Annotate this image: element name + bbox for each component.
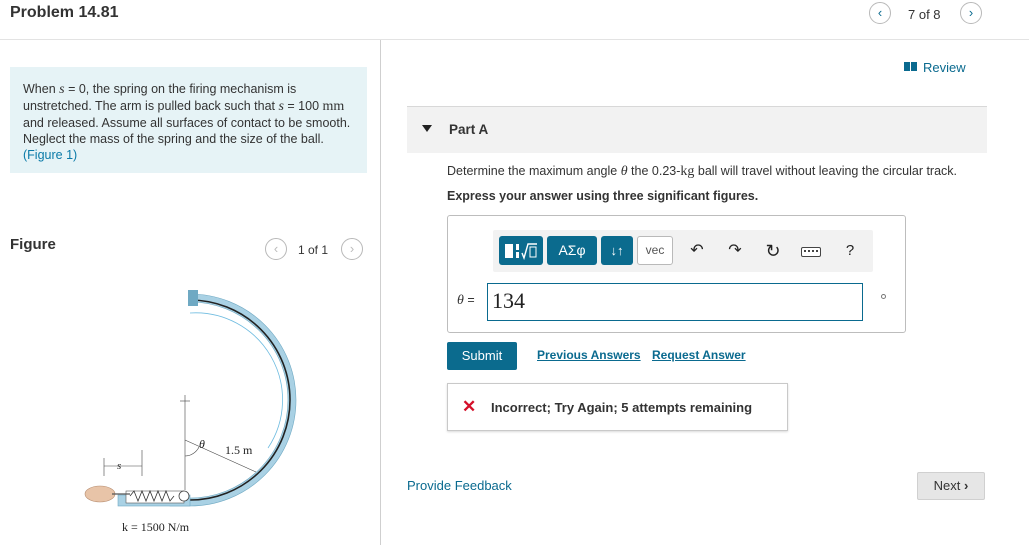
answer-instruction: Express your answer using three signific… [447, 189, 759, 203]
figure-diagram: θ 1.5 m s k = 1500 N/m [84, 290, 297, 534]
prev-problem-button[interactable]: ‹ [869, 2, 891, 24]
fraction-sqrt-icon [505, 243, 537, 261]
status-dot-icon [881, 294, 886, 299]
book-icon [904, 62, 918, 71]
unit-kg: kg [680, 164, 695, 179]
submit-button[interactable]: Submit [447, 342, 517, 370]
templates-button[interactable] [499, 236, 543, 265]
hand [84, 485, 116, 503]
next-problem-button[interactable]: › [960, 2, 982, 24]
chevron-left-icon: ‹ [273, 241, 279, 256]
figure-link[interactable]: (Figure 1) [23, 148, 77, 162]
part-label: Part A [449, 122, 489, 137]
vec-button[interactable]: vec [637, 236, 673, 265]
figure-pager-text: 1 of 1 [298, 243, 329, 257]
answer-label: θ = [457, 293, 475, 309]
track-rail [189, 299, 291, 501]
next-label: Next [933, 478, 961, 493]
incorrect-x-icon: ✕ [462, 397, 477, 416]
help-button[interactable]: ? [838, 238, 862, 264]
problem-pager-text: 7 of 8 [908, 7, 941, 22]
panel-divider [380, 40, 381, 545]
intro-text: = 0, the spring on the firing mechanism … [23, 82, 297, 113]
chevron-right-icon: › [968, 5, 974, 20]
theta-arc [184, 446, 200, 457]
part-a-header[interactable] [407, 107, 987, 153]
feedback-message: ✕ Incorrect; Try Again; 5 attempts remai… [447, 383, 788, 431]
question-part: Determine the maximum angle [447, 164, 621, 178]
radius-label: 1.5 m [225, 443, 253, 457]
caret-down-icon[interactable] [422, 125, 432, 132]
arrows-button[interactable]: ↓↑ [601, 236, 633, 265]
request-answer-link[interactable]: Request Answer [652, 348, 746, 362]
track-top-cap [188, 290, 198, 306]
redo-icon[interactable]: ↷ [723, 238, 747, 264]
theta-label: θ [199, 437, 205, 451]
next-button[interactable]: Next › [917, 472, 985, 500]
keyboard-icon[interactable] [801, 247, 821, 257]
intro-text: = 100 [283, 99, 323, 113]
ball [178, 490, 190, 502]
provide-feedback-link[interactable]: Provide Feedback [407, 478, 512, 493]
feedback-text: Incorrect; Try Again; 5 attempts remaini… [491, 400, 753, 415]
reset-icon[interactable]: ↻ [761, 238, 785, 264]
s-label: s [117, 460, 121, 472]
symbols-button[interactable]: ΑΣφ [547, 236, 597, 265]
equals-sign: = [463, 293, 475, 307]
answer-input[interactable]: 134 [487, 283, 863, 321]
chevron-right-icon: › [964, 478, 969, 493]
top-bar: Problem 14.81 ‹ 7 of 8 › [0, 0, 1029, 40]
spring-k-label: k = 1500 N/m [122, 520, 190, 534]
question-part: ball will travel without leaving the cir… [694, 164, 958, 178]
chevron-left-icon: ‹ [877, 5, 883, 20]
chevron-right-icon: › [349, 241, 355, 256]
question-part: the 0.23- [627, 164, 681, 178]
figure-heading: Figure [10, 236, 56, 253]
intro-text: and released. Assume all surfaces of con… [23, 116, 351, 146]
review-link[interactable]: Review [904, 60, 966, 75]
figure-next-button[interactable]: › [341, 238, 363, 260]
review-label: Review [923, 60, 966, 75]
track-outer [169, 293, 297, 507]
unit-mm: mm [322, 99, 345, 114]
math-toolbar: ΑΣφ ↓↑ vec ↶ ↷ ↻ ? [493, 230, 873, 272]
problem-title: Problem 14.81 [10, 4, 119, 21]
figure-prev-button[interactable]: ‹ [265, 238, 287, 260]
problem-statement: When s = 0, the spring on the firing mec… [10, 67, 367, 173]
undo-icon[interactable]: ↶ [685, 238, 709, 264]
var-theta: θ [620, 164, 628, 179]
var-theta: θ [457, 293, 464, 308]
question-text: Determine the maximum angle θ the 0.23-k… [447, 164, 957, 180]
previous-answers-link[interactable]: Previous Answers [537, 348, 641, 362]
intro-text: When [23, 82, 60, 96]
